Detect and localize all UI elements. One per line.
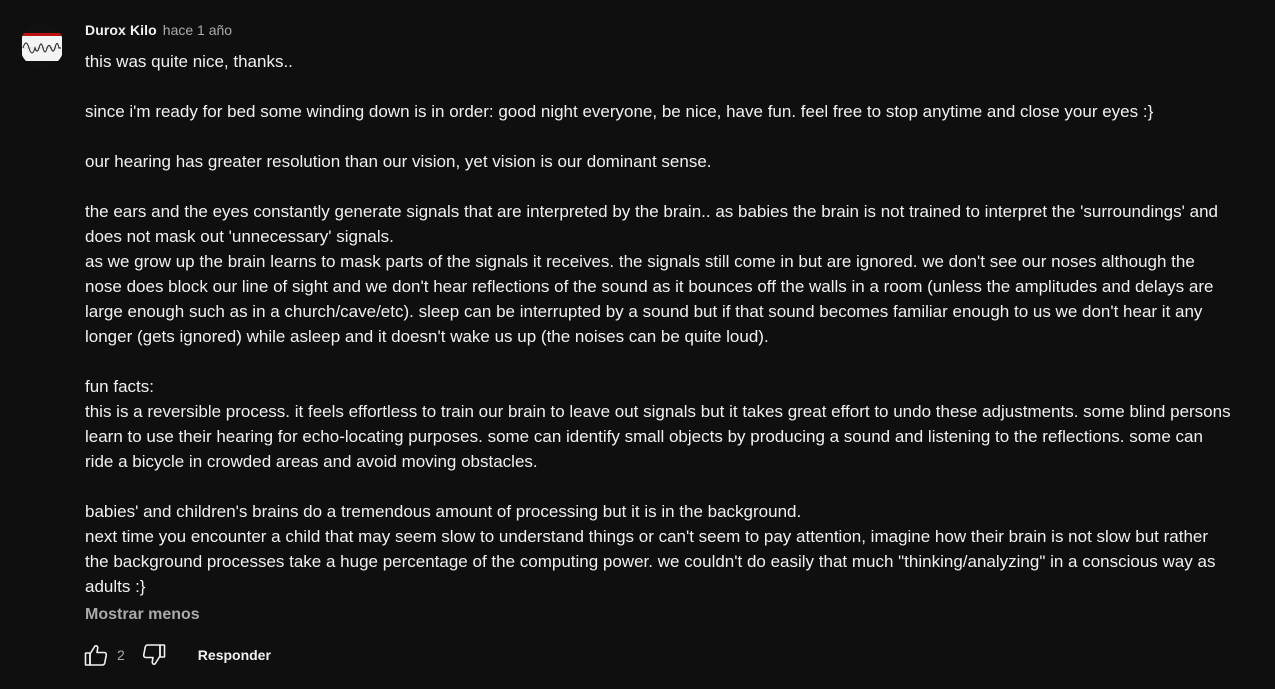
thumbs-down-icon: [142, 644, 166, 665]
author-name[interactable]: Durox Kilo: [85, 22, 157, 38]
author-avatar[interactable]: [20, 24, 64, 68]
show-less-button[interactable]: Mostrar menos: [85, 606, 200, 624]
comment-thread: Durox Kilo hace 1 año this was quite nic…: [0, 0, 1275, 689]
comment-body: Durox Kilo hace 1 año this was quite nic…: [85, 22, 1235, 624]
comment-actions: 2 Responder: [83, 641, 271, 669]
like-button[interactable]: [83, 642, 109, 668]
waveform-avatar-icon: [20, 24, 64, 68]
reply-button[interactable]: Responder: [198, 647, 271, 663]
dislike-button[interactable]: [141, 642, 167, 668]
thumbs-up-icon: [84, 645, 108, 666]
comment-timestamp[interactable]: hace 1 año: [163, 22, 232, 38]
like-count: 2: [117, 647, 125, 663]
comment-header: Durox Kilo hace 1 año: [85, 22, 1235, 44]
comment-text: this was quite nice, thanks.. since i'm …: [85, 52, 1231, 596]
